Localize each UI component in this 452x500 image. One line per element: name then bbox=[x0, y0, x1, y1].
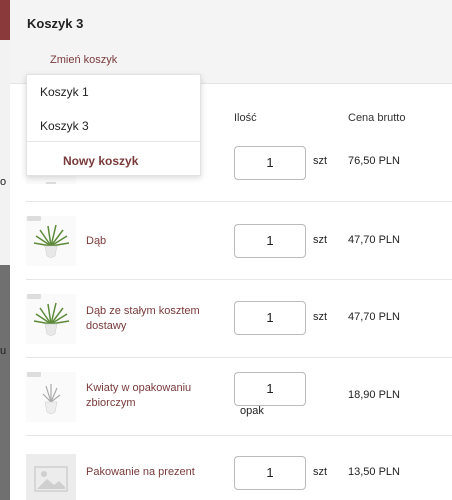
product-image[interactable] bbox=[26, 372, 76, 422]
cart-panel: Koszyk 3 Zmień koszyk Ilość Cena brutto … bbox=[10, 0, 452, 500]
price: 76,50 PLN bbox=[348, 155, 400, 167]
unit-label: szt bbox=[313, 311, 328, 323]
product-name-link[interactable]: Kwiaty w opakowaniu zbiorczym bbox=[86, 381, 216, 411]
price: 13,50 PLN bbox=[348, 466, 400, 478]
background-page bbox=[0, 0, 10, 500]
product-name-link[interactable]: Dąb bbox=[86, 234, 216, 249]
quantity-input[interactable]: 1 bbox=[234, 301, 306, 335]
cart-header: Koszyk 3 Zmień koszyk bbox=[10, 0, 452, 84]
background-text: u bbox=[0, 345, 7, 357]
background-text: o bbox=[0, 176, 7, 188]
unit-label: opak bbox=[240, 405, 264, 417]
quantity-input[interactable]: 1 bbox=[234, 372, 306, 406]
quantity-input[interactable]: 1 bbox=[234, 456, 306, 490]
column-quantity: Ilość bbox=[234, 112, 257, 124]
product-name-link[interactable]: Pakowanie na prezent bbox=[86, 465, 216, 480]
price: 47,70 PLN bbox=[348, 311, 400, 323]
image-placeholder-icon bbox=[34, 466, 68, 492]
unit-label: szt bbox=[313, 155, 328, 167]
cart-row: Pakowanie na prezent 1 szt 13,50 PLN bbox=[26, 436, 452, 500]
product-name-link[interactable]: Dąb ze stałym kosztem dostawy bbox=[86, 304, 216, 334]
cart-title: Koszyk 3 bbox=[27, 16, 84, 31]
product-image[interactable] bbox=[26, 454, 76, 500]
cart-row: Dąb ze stałym kosztem dostawy 1 szt 47,7… bbox=[26, 280, 452, 358]
plant-icon bbox=[33, 302, 70, 336]
dropdown-item-cart-1[interactable]: Koszyk 1 bbox=[40, 85, 89, 99]
change-cart-link[interactable]: Zmień koszyk bbox=[50, 54, 117, 66]
price: 18,90 PLN bbox=[348, 389, 400, 401]
cart-row: Kwiaty w opakowaniu zbiorczym 1 opak 18,… bbox=[26, 358, 452, 436]
quantity-input[interactable]: 1 bbox=[234, 224, 306, 258]
unit-label: szt bbox=[313, 234, 328, 246]
quantity-input[interactable]: 1 bbox=[234, 146, 306, 180]
product-image[interactable] bbox=[26, 294, 76, 344]
column-price: Cena brutto bbox=[348, 112, 406, 124]
price: 47,70 PLN bbox=[348, 234, 400, 246]
dropdown-divider bbox=[27, 141, 200, 142]
product-image[interactable] bbox=[26, 216, 76, 266]
new-cart-button[interactable]: Nowy koszyk bbox=[63, 154, 138, 168]
cart-row: Dąb 1 szt 47,70 PLN bbox=[26, 202, 452, 280]
cart-switch-dropdown: Koszyk 1 Koszyk 3 Nowy koszyk bbox=[26, 74, 201, 176]
dropdown-item-cart-3[interactable]: Koszyk 3 bbox=[40, 119, 89, 133]
unit-label: szt bbox=[313, 466, 328, 478]
plant-icon bbox=[33, 224, 70, 258]
plant-icon bbox=[42, 384, 61, 414]
